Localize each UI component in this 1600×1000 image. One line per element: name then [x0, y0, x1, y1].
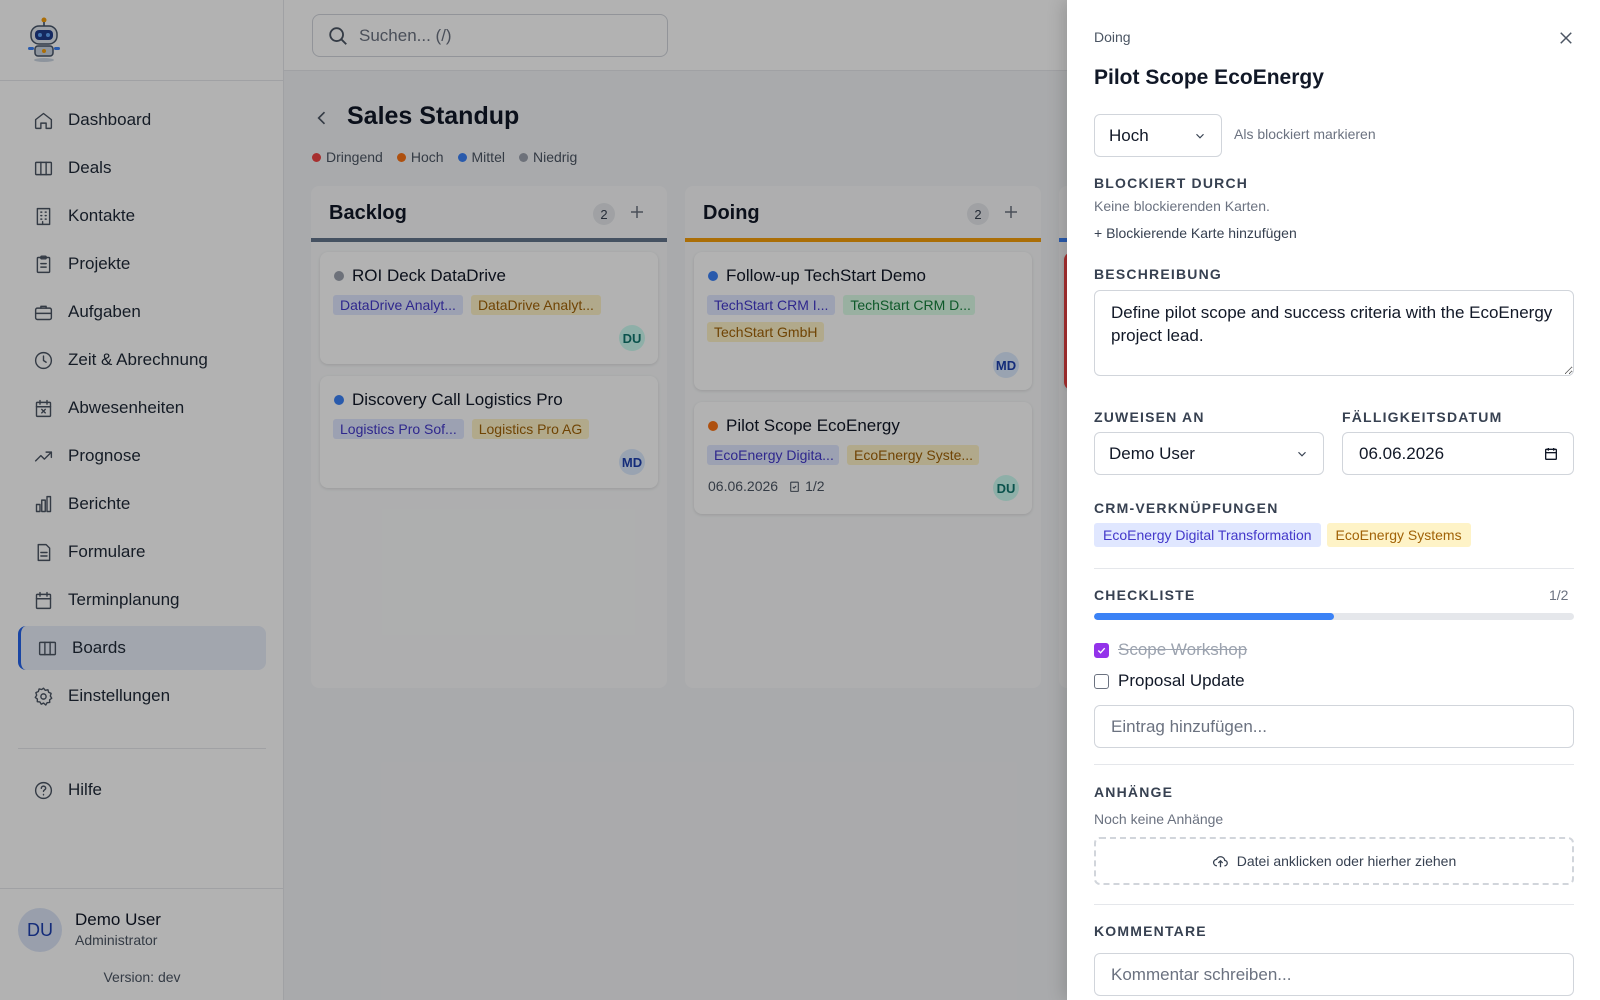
card-detail-panel: Doing Pilot Scope EcoEnergy Hoch Als blo… [1067, 0, 1600, 1000]
chevron-down-icon [1298, 451, 1306, 457]
section-label: ZUWEISEN AN [1094, 409, 1205, 425]
calendar-icon[interactable] [1543, 446, 1559, 462]
close-icon [1560, 32, 1572, 44]
empty-text: Keine blockierenden Karten. [1094, 198, 1270, 214]
mark-blocked-link[interactable]: Als blockiert markieren [1234, 126, 1376, 142]
crm-links: EcoEnergy Digital Transformation EcoEner… [1094, 523, 1471, 547]
checklist-progress [1094, 613, 1574, 620]
checklist-item-text: Scope Workshop [1118, 640, 1248, 659]
assignee-value: Demo User [1109, 443, 1195, 463]
column-label: Doing [1094, 29, 1131, 45]
priority-select[interactable]: Hoch [1094, 114, 1222, 157]
section-label: KOMMENTARE [1094, 923, 1207, 939]
due-date-value: 06.06.2026 [1359, 443, 1445, 463]
divider [1094, 764, 1574, 765]
checklist-add-input[interactable] [1094, 705, 1574, 748]
section-label: ANHÄNGE [1094, 784, 1174, 800]
dropzone-text: Datei anklicken oder hierher ziehen [1236, 853, 1457, 869]
attachment-dropzone[interactable]: Datei anklicken oder hierher ziehen [1094, 837, 1574, 885]
crm-link-chip[interactable]: EcoEnergy Digital Transformation [1094, 523, 1321, 547]
section-label: CHECKLISTE [1094, 587, 1196, 603]
section-label: FÄLLIGKEITSDATUM [1342, 409, 1503, 425]
empty-text: Noch keine Anhänge [1094, 811, 1224, 827]
divider [1094, 568, 1574, 569]
chevron-down-icon [1196, 133, 1204, 139]
card-title: Pilot Scope EcoEnergy [1094, 66, 1324, 89]
add-blocking-card-link[interactable]: + Blockierende Karte hinzufügen [1094, 225, 1297, 241]
close-button[interactable] [1554, 26, 1578, 50]
section-label: BLOCKIERT DURCH [1094, 175, 1249, 191]
checklist-item[interactable]: Scope Workshop [1094, 640, 1247, 660]
description-textarea[interactable]: Define pilot scope and success criteria … [1094, 290, 1574, 376]
due-date-field[interactable]: 06.06.2026 [1342, 432, 1574, 475]
check-icon [1097, 647, 1106, 654]
comment-input[interactable] [1094, 953, 1574, 996]
checkbox[interactable] [1094, 673, 1109, 689]
checklist-count: 1/2 [1549, 587, 1569, 603]
divider [1094, 904, 1574, 905]
checklist-item-text: Proposal Update [1118, 671, 1245, 690]
checklist-item[interactable]: Proposal Update [1094, 671, 1245, 691]
upload-cloud-icon [1212, 855, 1228, 867]
priority-value: Hoch [1109, 125, 1149, 145]
crm-link-chip[interactable]: EcoEnergy Systems [1326, 523, 1471, 547]
progress-fill [1094, 613, 1334, 620]
section-label: BESCHREIBUNG [1094, 266, 1222, 282]
section-label: CRM-VERKNÜPFUNGEN [1094, 500, 1279, 516]
assignee-select[interactable]: Demo User [1094, 432, 1324, 475]
checkbox[interactable] [1094, 642, 1109, 658]
